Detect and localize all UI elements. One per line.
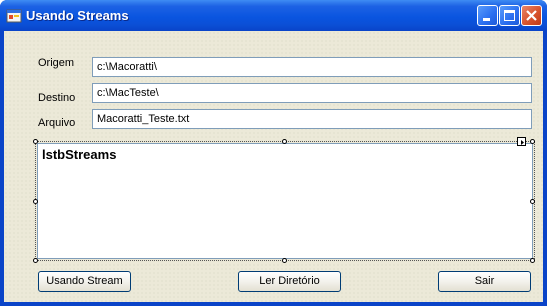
window-title: Usando Streams [26, 8, 129, 23]
sair-button[interactable]: Sair [438, 271, 531, 292]
resize-handle-bottom-left[interactable] [33, 258, 38, 263]
usando-stream-button[interactable]: Usando Stream [38, 271, 131, 292]
minimize-icon [483, 18, 490, 21]
resize-handle-bottom[interactable] [282, 258, 287, 263]
form-client-area: Origem c:\Macoratti\ Destino c:\MacTeste… [4, 31, 543, 302]
resize-handle-bottom-right[interactable] [530, 258, 535, 263]
destino-field[interactable]: c:\MacTeste\ [92, 83, 532, 103]
resize-handle-top-left[interactable] [33, 139, 38, 144]
close-icon [526, 10, 537, 21]
maximize-icon [504, 10, 515, 21]
minimize-button[interactable] [477, 5, 498, 26]
app-window: Usando Streams Origem c:\Macoratti\ Dest… [0, 0, 547, 306]
maximize-button[interactable] [499, 5, 520, 26]
resize-handle-top-right[interactable] [530, 139, 535, 144]
origem-field[interactable]: c:\Macoratti\ [92, 57, 532, 77]
ler-diretorio-button[interactable]: Ler Diretório [238, 271, 341, 292]
streams-listbox[interactable]: lstbStreams [37, 143, 533, 259]
origem-label: Origem [38, 57, 75, 69]
title-bar[interactable]: Usando Streams [0, 0, 547, 31]
form-app-icon [6, 8, 22, 24]
destino-label: Destino [38, 92, 76, 104]
smart-tag-button[interactable] [517, 137, 526, 146]
arquivo-field[interactable]: Macoratti_Teste.txt [92, 109, 532, 129]
resize-handle-left[interactable] [33, 199, 38, 204]
close-button[interactable] [521, 5, 542, 26]
listbox-designer-name: lstbStreams [42, 147, 117, 162]
smart-tag-arrow-icon [521, 140, 524, 145]
arquivo-label: Arquivo [38, 117, 76, 129]
resize-handle-right[interactable] [530, 199, 535, 204]
resize-handle-top[interactable] [282, 139, 287, 144]
